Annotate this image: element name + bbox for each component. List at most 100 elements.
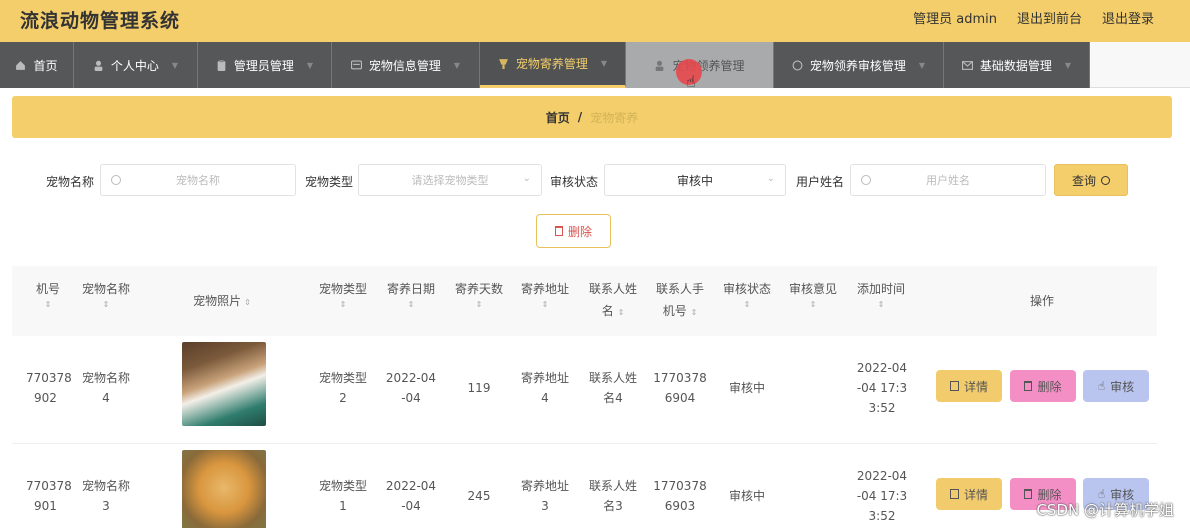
col-header-label: 审核意见 [788, 282, 837, 296]
col-header-pet-photo[interactable]: 宠物照片 ⇕ [182, 290, 262, 312]
home-icon [16, 60, 26, 70]
bulk-delete-button[interactable]: 删除 [536, 214, 611, 248]
breadcrumb-home[interactable]: 首页 [546, 109, 570, 126]
nav-item-home[interactable]: 首页 [0, 42, 74, 88]
cell-phone: 770378 901 [26, 479, 72, 513]
col-header-label: 宠物名称 [81, 282, 130, 296]
sort-icon: ⇕ [407, 300, 415, 309]
breadcrumb-separator: / [577, 110, 583, 124]
col-header-label: 审核状态 [722, 282, 771, 296]
col-header-label: 操作 [1029, 294, 1054, 308]
audit-button[interactable]: ☝ 审核 [1083, 370, 1149, 402]
watermark: CSDN @计算机学姐 [1036, 501, 1174, 519]
pet-type-label: 宠物类型 [305, 175, 354, 189]
nav-item-label: 个人中心 [110, 58, 159, 73]
audit-button-label: 审核 [1110, 379, 1135, 394]
col-header-audit-opinion[interactable]: 审核意见 ⇕ [784, 278, 842, 310]
query-button[interactable]: 查询 [1054, 164, 1128, 196]
chevron-down-icon: ⌄ [522, 173, 531, 184]
pet-type-select[interactable]: 请选择宠物类型 ⌄ [358, 164, 542, 196]
search-icon [1101, 175, 1110, 185]
sort-icon: ⇕ [809, 300, 817, 309]
mail-icon [961, 60, 973, 70]
table-header: 机号 ⇕ 宠物名称 ⇕ 宠物照片 ⇕ 宠物类型 ⇕ 寄养日期 ⇕ 寄养天数 ⇕ 寄养地址 ⇕ … [12, 266, 1157, 336]
breadcrumb: 首页 / 宠物寄养 [12, 96, 1172, 138]
nav-item-profile[interactable]: 个人中心 ▼ [74, 42, 198, 88]
audit-status-select[interactable]: 审核中 ⌄ [604, 164, 786, 196]
detail-button-label: 详情 [963, 487, 988, 502]
delete-button[interactable]: 删除 [1010, 370, 1076, 402]
col-header-label: 宠物类型 [318, 282, 367, 296]
col-header-contact-name[interactable]: 联系人姓名 ⇕ [584, 278, 642, 322]
back-to-front-link[interactable]: 退出到前台 [1017, 8, 1082, 27]
pet-photo[interactable] [182, 342, 266, 426]
chevron-down-icon: ▼ [918, 60, 926, 70]
col-header-label: 添加时间 [856, 282, 905, 296]
col-header-foster-date[interactable]: 寄养日期 ⇕ [382, 278, 440, 310]
chevron-down-icon: ▼ [1064, 60, 1072, 70]
nav-item-adoption-audit[interactable]: 宠物领养审核管理 ▼ [774, 42, 944, 88]
sort-icon: ⇕ [743, 300, 751, 309]
nav-item-admin-manage[interactable]: 管理员管理 ▼ [198, 42, 332, 88]
cell-pet-type: 宠物类型 1 [318, 479, 367, 513]
search-form: 宠物名称 宠物名称 宠物类型 请选择宠物类型 ⌄ 审核状态 审核中 ⌄ 用户姓名… [0, 164, 1190, 196]
col-header-foster-address[interactable]: 寄养地址 ⇕ [516, 278, 574, 310]
user-icon [94, 60, 103, 71]
pet-name-input[interactable]: 宠物名称 [100, 164, 296, 196]
col-header-contact-phone[interactable]: 联系人手 机号 ⇕ [650, 278, 710, 322]
sort-icon: ⇕ [690, 308, 698, 317]
col-header-pet-name[interactable]: 宠物名称 ⇕ [76, 278, 136, 310]
detail-button[interactable]: 详情 [936, 478, 1002, 510]
pet-photo[interactable] [182, 450, 266, 528]
sort-icon: ⇕ [475, 300, 483, 309]
cell-foster-date: 2022-04 -04 [385, 371, 437, 405]
col-header-label: 寄养地址 [520, 282, 569, 296]
user-name-input[interactable]: 用户姓名 [850, 164, 1046, 196]
cell-contact-name: 联系人姓 名3 [588, 479, 637, 513]
document-icon [949, 381, 959, 391]
nav-item-label: 首页 [33, 58, 58, 73]
clipboard-icon [217, 59, 226, 71]
cell-pet-type: 宠物类型 2 [318, 371, 367, 405]
table-row: 770378 901 宠物名称 3 宠物类型 1 2022-04 -04 245 寄养地… [12, 444, 1157, 528]
chevron-down-icon: ▼ [306, 60, 314, 70]
admin-label: 管理员 admin [913, 12, 997, 27]
col-header-foster-days[interactable]: 寄养天数 ⇕ [450, 278, 508, 310]
document-icon [949, 489, 959, 499]
nav-item-basic-data[interactable]: 基础数据管理 ▼ [944, 42, 1090, 88]
hand-icon: ☝ [1097, 379, 1106, 393]
trash-icon [554, 226, 563, 236]
nav-item-label: 宠物领养审核管理 [809, 58, 906, 73]
nav-item-pet-info[interactable]: 宠物信息管理 ▼ [332, 42, 480, 88]
sort-icon: ⇕ [102, 300, 110, 309]
nav-item-label: 基础数据管理 [979, 58, 1052, 73]
col-header-label: 名 [601, 304, 614, 318]
col-header-add-time[interactable]: 添加时间 ⇕ [852, 278, 910, 310]
cell-foster-days: 119 [467, 381, 491, 395]
sort-icon: ⇕ [339, 300, 347, 309]
cell-contact-phone: 1770378 6904 [653, 371, 707, 405]
search-icon [111, 175, 121, 185]
circle-icon [792, 60, 803, 70]
cell-audit-status: 审核中 [728, 489, 765, 503]
cell-foster-days: 245 [467, 489, 491, 503]
bulk-delete-label: 删除 [567, 224, 592, 239]
trash-icon [1024, 381, 1033, 391]
cell-foster-date: 2022-04 -04 [385, 479, 437, 513]
detail-button[interactable]: 详情 [936, 370, 1002, 402]
cell-audit-status: 审核中 [728, 381, 765, 395]
cell-phone: 770378 902 [26, 371, 72, 405]
cell-contact-phone: 1770378 6903 [653, 479, 707, 513]
cell-pet-name: 宠物名称 4 [81, 371, 130, 405]
delete-button-label: 删除 [1037, 379, 1062, 394]
col-header-pet-type[interactable]: 宠物类型 ⇕ [314, 278, 372, 310]
pet-name-label: 宠物名称 [46, 175, 95, 189]
col-header-audit-status[interactable]: 审核状态 ⇕ [718, 278, 776, 310]
col-header-phone[interactable]: 机号 ⇕ [28, 278, 68, 310]
breadcrumb-current: 宠物寄养 [590, 110, 639, 125]
detail-button-label: 详情 [963, 379, 988, 394]
pet-type-placeholder: 请选择宠物类型 [411, 174, 489, 187]
chevron-down-icon: ▼ [600, 59, 608, 68]
nav-item-pet-foster[interactable]: 宠物寄养管理 ▼ [480, 42, 626, 88]
logout-link[interactable]: 退出登录 [1102, 8, 1154, 27]
